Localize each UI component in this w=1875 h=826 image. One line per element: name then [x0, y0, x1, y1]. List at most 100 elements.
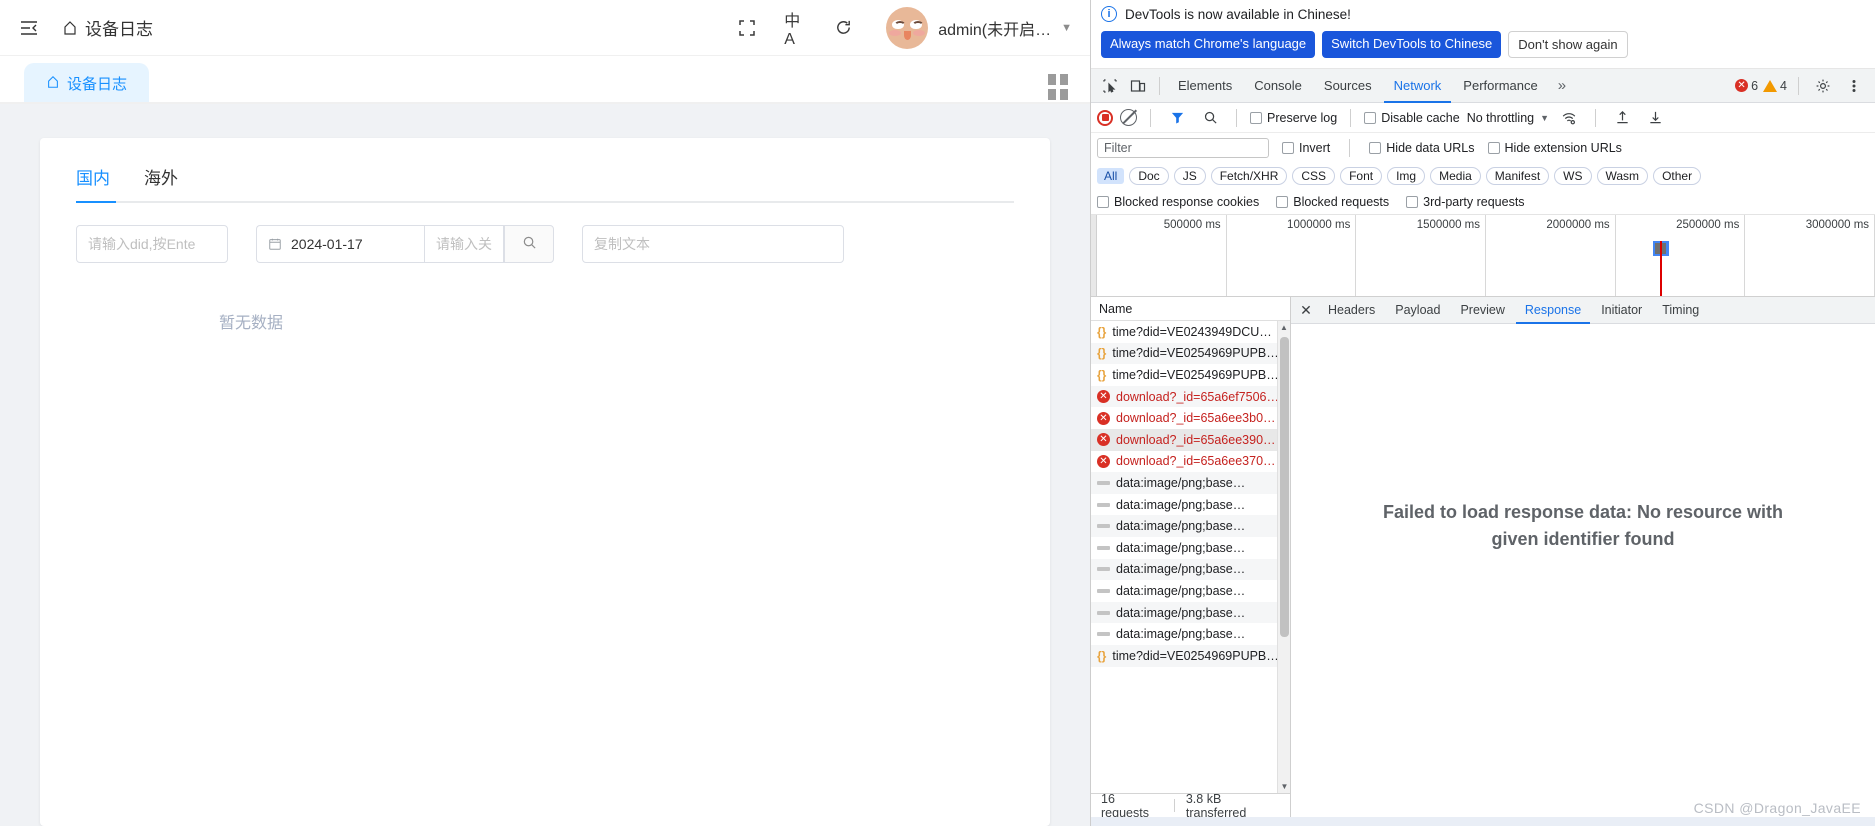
language-icon[interactable]: 中A	[784, 13, 806, 48]
always-match-language-button[interactable]: Always match Chrome's language	[1101, 31, 1316, 58]
request-name: download?_id=65a6ee3b0…	[1116, 411, 1276, 426]
did-input[interactable]: 请输入did,按Ente	[76, 225, 228, 263]
scrollbar-thumb[interactable]	[1280, 337, 1289, 637]
detail-tab-headers[interactable]: Headers	[1319, 297, 1384, 324]
chip-wasm[interactable]: Wasm	[1596, 167, 1649, 185]
chip-manifest[interactable]: Manifest	[1485, 167, 1550, 185]
scroll-down-icon[interactable]: ▼	[1278, 780, 1290, 793]
fullscreen-icon[interactable]	[736, 17, 758, 39]
preserve-log-checkbox[interactable]: Preserve log	[1250, 111, 1337, 125]
request-row[interactable]: data:image/png;base…	[1091, 580, 1290, 602]
clear-icon[interactable]	[1120, 109, 1137, 126]
toolbar-divider-3	[1350, 108, 1352, 127]
chip-font[interactable]: Font	[1340, 167, 1383, 185]
throttling-value: No throttling	[1466, 110, 1535, 125]
tab-elements[interactable]: Elements	[1168, 69, 1242, 103]
tab-sources[interactable]: Sources	[1314, 69, 1382, 103]
throttling-select[interactable]: No throttling ▼	[1467, 111, 1549, 125]
third-party-requests-checkbox[interactable]: 3rd-party requests	[1406, 195, 1525, 209]
chip-img[interactable]: Img	[1387, 167, 1426, 185]
gear-icon[interactable]	[1810, 73, 1836, 99]
tab-overseas[interactable]: 海外	[144, 164, 178, 203]
chip-all[interactable]: All	[1097, 168, 1125, 184]
chevron-down-icon: ▼	[1061, 21, 1072, 34]
export-har-icon[interactable]	[1642, 105, 1668, 131]
request-row[interactable]: data:image/png;base…	[1091, 601, 1290, 624]
chip-css[interactable]: CSS	[1292, 167, 1336, 185]
request-row[interactable]: {} time?did=VE0254969PUPB…	[1091, 364, 1290, 386]
empty-state-text: 暂无数据	[219, 315, 284, 332]
chip-media[interactable]: Media	[1430, 167, 1481, 185]
refresh-icon[interactable]	[832, 17, 854, 39]
copy-text-input[interactable]: 复制文本	[582, 225, 844, 263]
page-tab-device-log[interactable]: 设备日志	[24, 63, 150, 104]
record-stop-icon[interactable]	[1097, 109, 1113, 126]
filter-divider	[1349, 139, 1351, 157]
detail-tab-preview[interactable]: Preview	[1451, 297, 1513, 324]
more-tabs-icon[interactable]: »	[1550, 77, 1574, 94]
chip-doc[interactable]: Doc	[1129, 167, 1169, 185]
header-actions: 中A admin(未开启… ▼	[736, 6, 1072, 49]
chip-js[interactable]: JS	[1173, 167, 1206, 185]
user-menu[interactable]: admin(未开启… ▼	[886, 6, 1072, 49]
close-icon[interactable]: ✕	[1295, 299, 1317, 321]
tab-console[interactable]: Console	[1244, 69, 1312, 103]
request-row-selected[interactable]: ✕ download?_id=65a6ee390…	[1091, 428, 1290, 451]
tab-domestic[interactable]: 国内	[76, 164, 110, 203]
error-count-badge[interactable]: ✕ 6	[1735, 79, 1758, 93]
scroll-up-icon[interactable]: ▲	[1278, 321, 1290, 334]
request-row[interactable]: {} time?did=VE0243949DCU…	[1091, 321, 1290, 343]
network-overview-timeline[interactable]: 500000 ms 1000000 ms 1500000 ms 2000000 …	[1091, 215, 1875, 297]
import-har-icon[interactable]	[1609, 105, 1635, 131]
network-conditions-icon[interactable]	[1556, 105, 1582, 131]
chip-ws[interactable]: WS	[1554, 167, 1592, 185]
switch-to-chinese-button[interactable]: Switch DevTools to Chinese	[1322, 31, 1502, 58]
request-row[interactable]: data:image/png;base…	[1091, 558, 1290, 581]
request-row[interactable]: {} time?did=VE0254969PUPB…	[1091, 644, 1290, 667]
request-row[interactable]: data:image/png;base…	[1091, 623, 1290, 645]
invert-label: Invert	[1299, 141, 1331, 155]
date-input[interactable]: 2024-01-17	[256, 225, 424, 263]
content-area: 国内 海外 请输入did,按Ente 2024-01-17 请输入关 复制文本 …	[0, 104, 1090, 826]
request-row[interactable]: ✕ download?_id=65a6ef7506…	[1091, 385, 1290, 408]
request-list[interactable]: {} time?did=VE0243949DCU… {} time?did=VE…	[1091, 321, 1290, 793]
chip-other[interactable]: Other	[1653, 167, 1702, 185]
request-row[interactable]: data:image/png;base…	[1091, 537, 1290, 559]
tabbar-divider-2	[1798, 76, 1799, 95]
keyword-input[interactable]: 请输入关	[424, 225, 504, 263]
search-icon[interactable]	[1197, 105, 1223, 131]
dont-show-again-button[interactable]: Don't show again	[1508, 31, 1628, 58]
invert-checkbox[interactable]: Invert	[1282, 141, 1330, 155]
tabbar-right-actions: ✕ 6 4	[1735, 73, 1869, 99]
tab-performance[interactable]: Performance	[1453, 69, 1547, 103]
detail-tab-initiator[interactable]: Initiator	[1592, 297, 1651, 324]
request-row[interactable]: data:image/png;base…	[1091, 494, 1290, 516]
request-row[interactable]: {} time?did=VE0254969PUPB…	[1091, 342, 1290, 365]
hide-data-urls-checkbox[interactable]: Hide data URLs	[1369, 141, 1475, 155]
detail-tab-timing[interactable]: Timing	[1653, 297, 1708, 324]
request-row[interactable]: ✕ download?_id=65a6ee370…	[1091, 451, 1290, 473]
chip-fetch-xhr[interactable]: Fetch/XHR	[1210, 167, 1288, 185]
request-row[interactable]: ✕ download?_id=65a6ee3b0…	[1091, 407, 1290, 429]
warning-count-badge[interactable]: 4	[1763, 79, 1787, 93]
home-icon	[46, 75, 60, 93]
data-url-icon	[1097, 567, 1110, 572]
filter-input[interactable]: Filter	[1097, 138, 1269, 158]
disable-cache-checkbox[interactable]: Disable cache	[1364, 111, 1460, 125]
request-row[interactable]: data:image/png;base…	[1091, 515, 1290, 537]
more-vertical-icon[interactable]	[1841, 73, 1867, 99]
hide-extension-urls-checkbox[interactable]: Hide extension URLs	[1487, 141, 1622, 155]
search-button[interactable]	[504, 225, 554, 263]
grid-menu-icon[interactable]	[1048, 74, 1068, 100]
request-list-scrollbar[interactable]: ▲ ▼	[1277, 321, 1290, 793]
tab-network[interactable]: Network	[1384, 69, 1452, 103]
detail-tab-payload[interactable]: Payload	[1386, 297, 1449, 324]
blocked-requests-checkbox[interactable]: Blocked requests	[1276, 195, 1389, 209]
request-row[interactable]: data:image/png;base…	[1091, 472, 1290, 494]
filter-icon[interactable]	[1164, 105, 1190, 131]
menu-fold-icon[interactable]	[18, 17, 40, 39]
detail-tab-response[interactable]: Response	[1516, 297, 1590, 324]
blocked-response-cookies-checkbox[interactable]: Blocked response cookies	[1097, 195, 1259, 209]
device-toolbar-icon[interactable]	[1125, 73, 1151, 99]
inspect-element-icon[interactable]	[1097, 73, 1123, 99]
